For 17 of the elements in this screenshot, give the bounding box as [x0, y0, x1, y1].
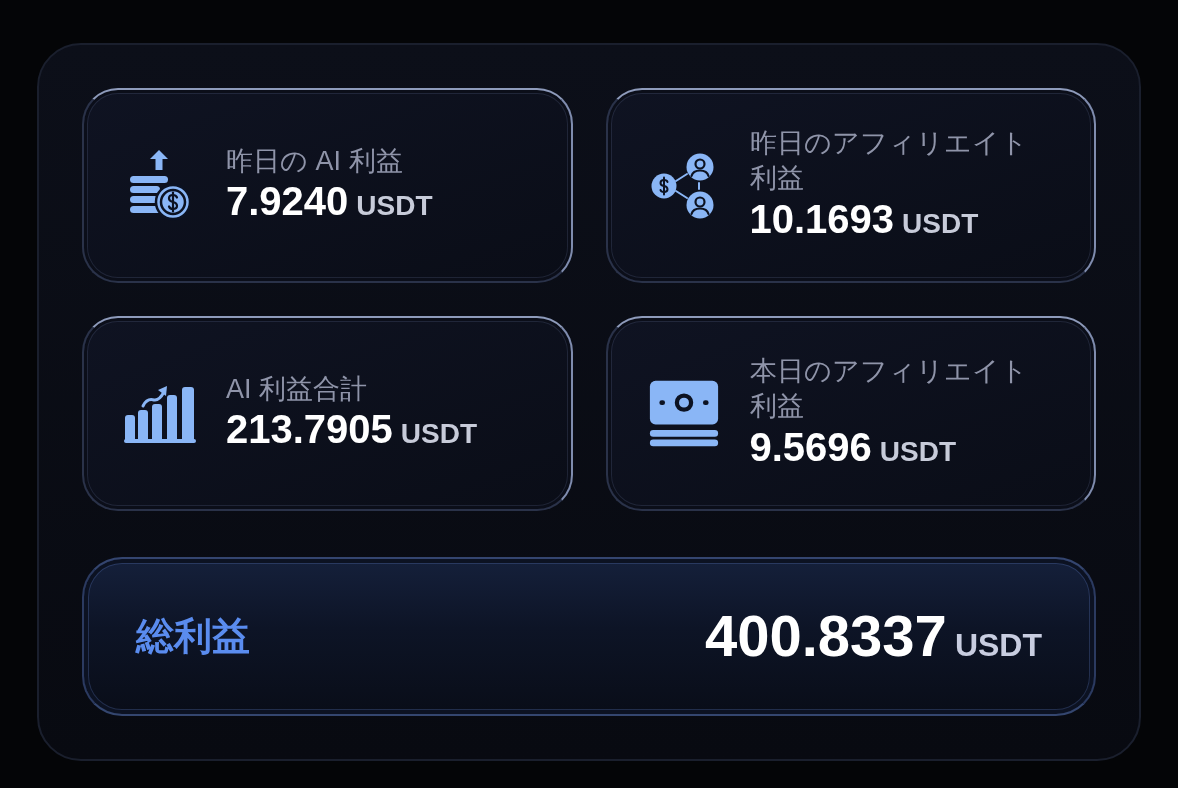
stat-label: AI 利益合計: [226, 372, 368, 406]
banknote-stack-icon: [647, 378, 720, 449]
stat-value: 7.9240: [226, 178, 349, 225]
stat-label: 昨日の AI 利益: [226, 144, 404, 178]
stat-label: 昨日のアフィリエイト利益: [749, 127, 1029, 195]
stat-value: 213.7905: [226, 406, 393, 453]
stat-value: 10.1693: [749, 195, 895, 242]
stat-label: 本日のアフィリエイト利益: [749, 355, 1029, 423]
stat-value: 9.5696: [749, 423, 872, 470]
total-value: 400.8337: [704, 604, 947, 668]
unit-label: USDT: [356, 189, 433, 224]
rising-bar-chart-icon: [124, 384, 196, 443]
unit-label: USDT: [400, 417, 478, 452]
unit-label: USDT: [879, 434, 957, 469]
total-label: 総利益: [136, 614, 250, 659]
unit-label: USDT: [954, 626, 1042, 665]
unit-label: USDT: [902, 206, 979, 241]
